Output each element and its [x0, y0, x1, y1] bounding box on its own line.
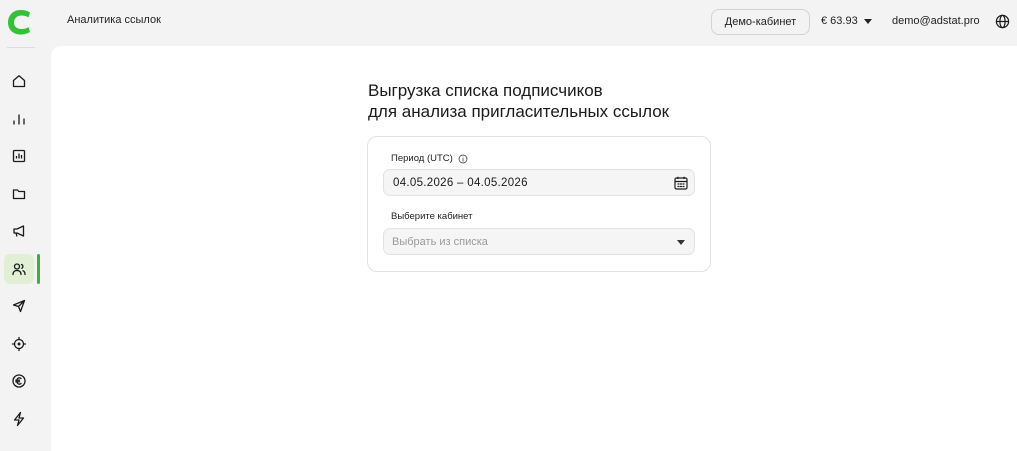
demo-cabinet-button[interactable]: Демо-кабинет: [711, 9, 810, 35]
sidebar-item-finance[interactable]: [4, 366, 34, 396]
sidebar-item-subscribers[interactable]: [4, 254, 34, 284]
chevron-down-icon: [677, 240, 685, 245]
top-bar: Аналитика ссылок Демо-кабинет € 63.93 de…: [40, 0, 1017, 45]
sidebar: [0, 0, 40, 451]
sidebar-item-campaigns[interactable]: [4, 216, 34, 246]
date-range-value: 04.05.2026 – 04.05.2026: [393, 176, 528, 189]
sidebar-item-reports[interactable]: [4, 141, 34, 171]
bar-chart-icon: [13, 114, 25, 125]
chevron-down-icon: [863, 18, 872, 24]
sidebar-item-automation[interactable]: [4, 404, 34, 434]
cabinet-select-placeholder: Выбрать из списка: [392, 235, 488, 248]
period-label: Период (UTC): [391, 153, 468, 164]
brand-logo[interactable]: [3, 6, 35, 38]
user-email[interactable]: demo@adstat.pro: [892, 15, 980, 27]
balance-dropdown[interactable]: € 63.93: [821, 15, 872, 27]
sidebar-item-home[interactable]: [4, 66, 34, 96]
page-title: Аналитика ссылок: [67, 14, 161, 26]
main-content: Выгрузка списка подписчиков для анализа …: [51, 46, 1017, 451]
period-label-text: Период (UTC): [391, 153, 453, 164]
sidebar-divider: [7, 47, 35, 48]
info-icon[interactable]: [458, 154, 468, 164]
cabinet-select[interactable]: Выбрать из списка: [383, 228, 695, 255]
send-icon: [12, 299, 26, 313]
calendar-icon[interactable]: [673, 175, 689, 191]
sidebar-item-telegram[interactable]: [4, 291, 34, 321]
cabinet-label: Выберите кабинет: [391, 211, 473, 222]
target-icon: [11, 336, 27, 352]
sidebar-item-folders[interactable]: [4, 179, 34, 209]
euro-icon: [12, 374, 26, 388]
sidebar-item-analytics[interactable]: [4, 104, 34, 134]
megaphone-icon: [13, 225, 25, 237]
home-icon: [12, 75, 26, 88]
export-form-card: Период (UTC) 04.05.2026 – 04.05.2026 Выб…: [367, 136, 711, 272]
globe-icon[interactable]: [995, 14, 1010, 29]
sidebar-item-targeting[interactable]: [4, 329, 34, 359]
folder-icon: [12, 189, 26, 200]
report-icon: [12, 149, 26, 163]
active-indicator: [37, 254, 40, 284]
heading-line-2: для анализа пригласительных ссылок: [368, 102, 670, 121]
users-icon: [12, 263, 26, 276]
heading-line-1: Выгрузка списка подписчиков: [368, 81, 603, 100]
balance-value: € 63.93: [821, 15, 858, 27]
page-heading: Выгрузка списка подписчиков для анализа …: [368, 80, 669, 122]
date-range-input[interactable]: 04.05.2026 – 04.05.2026: [383, 169, 695, 196]
lightning-icon: [13, 411, 25, 427]
